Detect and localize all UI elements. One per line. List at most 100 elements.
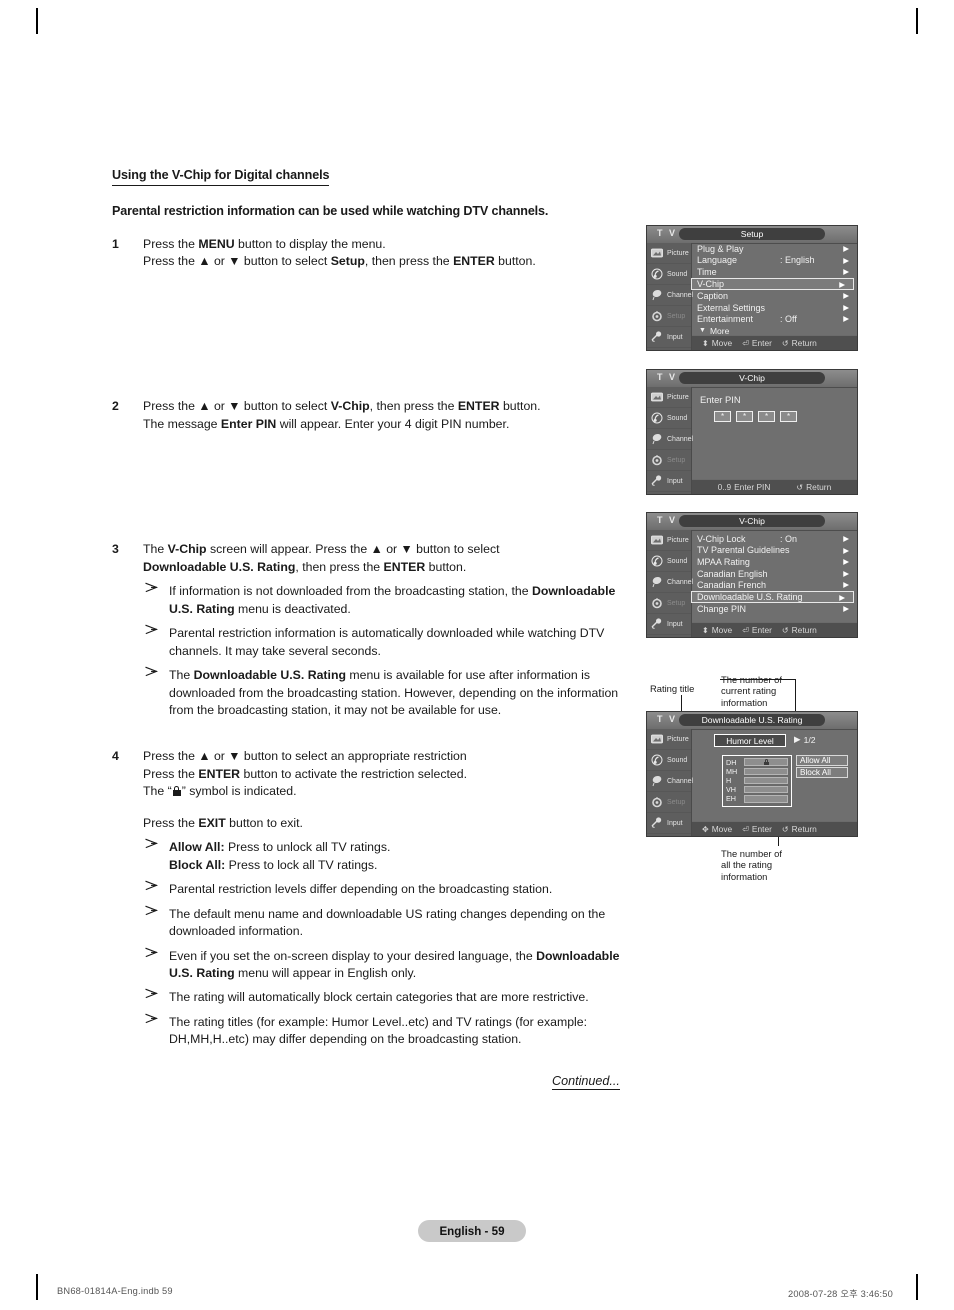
osd-downloadable-rating: T V Downloadable U.S. Rating Picture Sou…	[646, 711, 858, 837]
tv-label: T V	[657, 515, 678, 525]
t: The	[169, 668, 194, 683]
footer-return-label: Return	[791, 625, 817, 635]
rating-row[interactable]: DH	[726, 757, 788, 767]
dl-rating-keyword: Downloadable U.S. Rating	[193, 668, 346, 683]
rating-state[interactable]	[744, 767, 788, 775]
rating-row[interactable]: EH	[726, 794, 788, 803]
menu-row-label: Plug & Play	[697, 243, 744, 254]
arrow-bullet-icon	[145, 666, 158, 677]
rating-state[interactable]	[744, 776, 788, 785]
t: ” symbol is indicated.	[181, 784, 297, 799]
rating-row[interactable]: MH	[726, 767, 788, 776]
sidebar-item-picture[interactable]: Picture	[647, 243, 691, 264]
sidebar-item-sound[interactable]: Sound	[647, 264, 691, 285]
sidebar-item-input[interactable]: Input	[647, 614, 691, 635]
menu-row[interactable]: Language: English ▶	[692, 255, 857, 267]
sidebar-item-sound[interactable]: Sound	[647, 551, 691, 572]
bullet-item: Allow All: Press to unlock all TV rating…	[143, 838, 637, 874]
setup-icon	[650, 453, 664, 467]
sidebar-item-channel[interactable]: Channel	[647, 572, 693, 593]
pin-digit-1[interactable]: *	[714, 411, 731, 422]
rating-row[interactable]: H	[726, 776, 788, 785]
menu-row[interactable]: Canadian French ▶	[692, 579, 857, 591]
rating-code: VH	[726, 785, 736, 795]
sidebar-item-sound[interactable]: Sound	[647, 408, 691, 429]
menu-row[interactable]: Caption ▶	[692, 290, 857, 302]
t: Press the ▲ or ▼ button to select	[143, 399, 331, 414]
t: button to exit.	[225, 815, 303, 830]
osd-title: V-Chip	[679, 372, 825, 384]
menu-row[interactable]: Time ▶	[692, 266, 857, 278]
sidebar-item-sound[interactable]: Sound	[647, 750, 691, 771]
footer-enter-label: Enter	[751, 338, 772, 348]
setup-icon	[650, 309, 664, 323]
rating-state[interactable]	[744, 795, 788, 803]
sidebar-item-input[interactable]: Input	[647, 813, 691, 834]
rating-code: DH	[726, 757, 737, 767]
menu-row[interactable]: MPAA Rating ▶	[692, 556, 857, 568]
menu-row[interactable]: External Settings ▶	[692, 302, 857, 314]
bullet-item: The rating titles (for example: Humor Le…	[143, 1013, 637, 1049]
sidebar-item-picture[interactable]: Picture	[647, 387, 691, 408]
rating-title-chip[interactable]: Humor Level	[714, 734, 786, 747]
sidebar-item-channel[interactable]: Channel	[647, 771, 693, 792]
menu-row-label: Entertainment	[697, 314, 754, 325]
return-icon: ↺	[796, 482, 804, 492]
menu-row-label: Language	[697, 255, 738, 266]
pin-input-group[interactable]: * * * *	[714, 411, 797, 422]
enter-key-icon: ⏎	[742, 625, 749, 635]
t: menu will appear in English only.	[234, 966, 417, 980]
sidebar-item-input[interactable]: Input	[647, 327, 691, 348]
menu-row[interactable]: TV Parental Guidelines ▶	[692, 545, 857, 557]
sidebar-label: Input	[667, 477, 683, 485]
sidebar-item-picture[interactable]: Picture	[647, 530, 691, 551]
step-4-bullets: Allow All: Press to unlock all TV rating…	[143, 838, 637, 1049]
menu-row-label: Canadian French	[697, 580, 767, 591]
allow-all-button[interactable]: Allow All	[796, 755, 848, 766]
rating-table: DH MH H VH EH	[722, 755, 792, 807]
menu-row-selected-vchip[interactable]: V-Chip ▶	[691, 277, 854, 291]
rating-row[interactable]: VH	[726, 785, 788, 795]
osd-rating-body: Humor Level ▶ 1/2 DH MH H VH EH Allow Al…	[692, 729, 857, 822]
block-all-button[interactable]: Block All	[796, 767, 848, 778]
rating-state[interactable]	[744, 785, 788, 794]
menu-row-label: Change PIN	[697, 604, 747, 615]
sidebar-item-channel[interactable]: Channel	[647, 285, 693, 306]
sidebar-label: Input	[667, 819, 683, 827]
step-3-bullets: If information is not downloaded from th…	[143, 582, 637, 719]
rating-state[interactable]	[744, 758, 788, 766]
arrow-bullet-icon	[145, 988, 158, 999]
menu-row[interactable]: V-Chip Lock: On ▶	[692, 533, 857, 545]
setup-keyword: Setup	[330, 254, 365, 269]
instruction-column: Using the V-Chip for Digital channels Pa…	[112, 166, 637, 1049]
section-lead: Parental restriction information can be …	[112, 204, 549, 219]
menu-row[interactable]: Change PIN ▶	[692, 603, 857, 615]
footer-enter: ⏎ Enter	[742, 824, 772, 834]
menu-row[interactable]: Canadian English ▶	[692, 568, 857, 580]
sidebar-item-setup[interactable]: Setup	[647, 792, 691, 813]
arrow-bullet-icon	[145, 947, 158, 958]
sidebar-item-setup[interactable]: Setup	[647, 450, 691, 471]
footer-enter-label: Enter	[751, 824, 772, 834]
number-range-icon: 0..9	[717, 482, 732, 492]
lock-icon	[172, 786, 181, 797]
pin-digit-2[interactable]: *	[736, 411, 753, 422]
sidebar-item-setup[interactable]: Setup	[647, 306, 691, 327]
t: Even if you set the on-screen display to…	[169, 948, 537, 963]
sidebar-item-setup[interactable]: Setup	[647, 593, 691, 614]
menu-row[interactable]: Plug & Play ▶	[692, 243, 857, 255]
sidebar-label: Sound	[667, 557, 688, 565]
menu-keyword: MENU	[198, 236, 235, 251]
pin-digit-4[interactable]: *	[780, 411, 797, 422]
sidebar-item-picture[interactable]: Picture	[647, 729, 691, 750]
chevron-right-icon: ▶	[843, 267, 849, 277]
sidebar-item-input[interactable]: Input	[647, 471, 691, 492]
footer-move-label: Move	[711, 625, 733, 635]
sidebar-item-channel[interactable]: Channel	[647, 429, 693, 450]
pin-digit-3[interactable]: *	[758, 411, 775, 422]
footer-return: ↺ Return	[782, 625, 817, 635]
menu-row[interactable]: Entertainment: Off ▶	[692, 313, 857, 325]
annotation-all-count: The number of all the rating information	[721, 848, 782, 882]
menu-row-selected-downloadable[interactable]: Downloadable U.S. Rating ▶	[691, 590, 854, 604]
menu-row-label: TV Parental Guidelines	[697, 545, 790, 556]
